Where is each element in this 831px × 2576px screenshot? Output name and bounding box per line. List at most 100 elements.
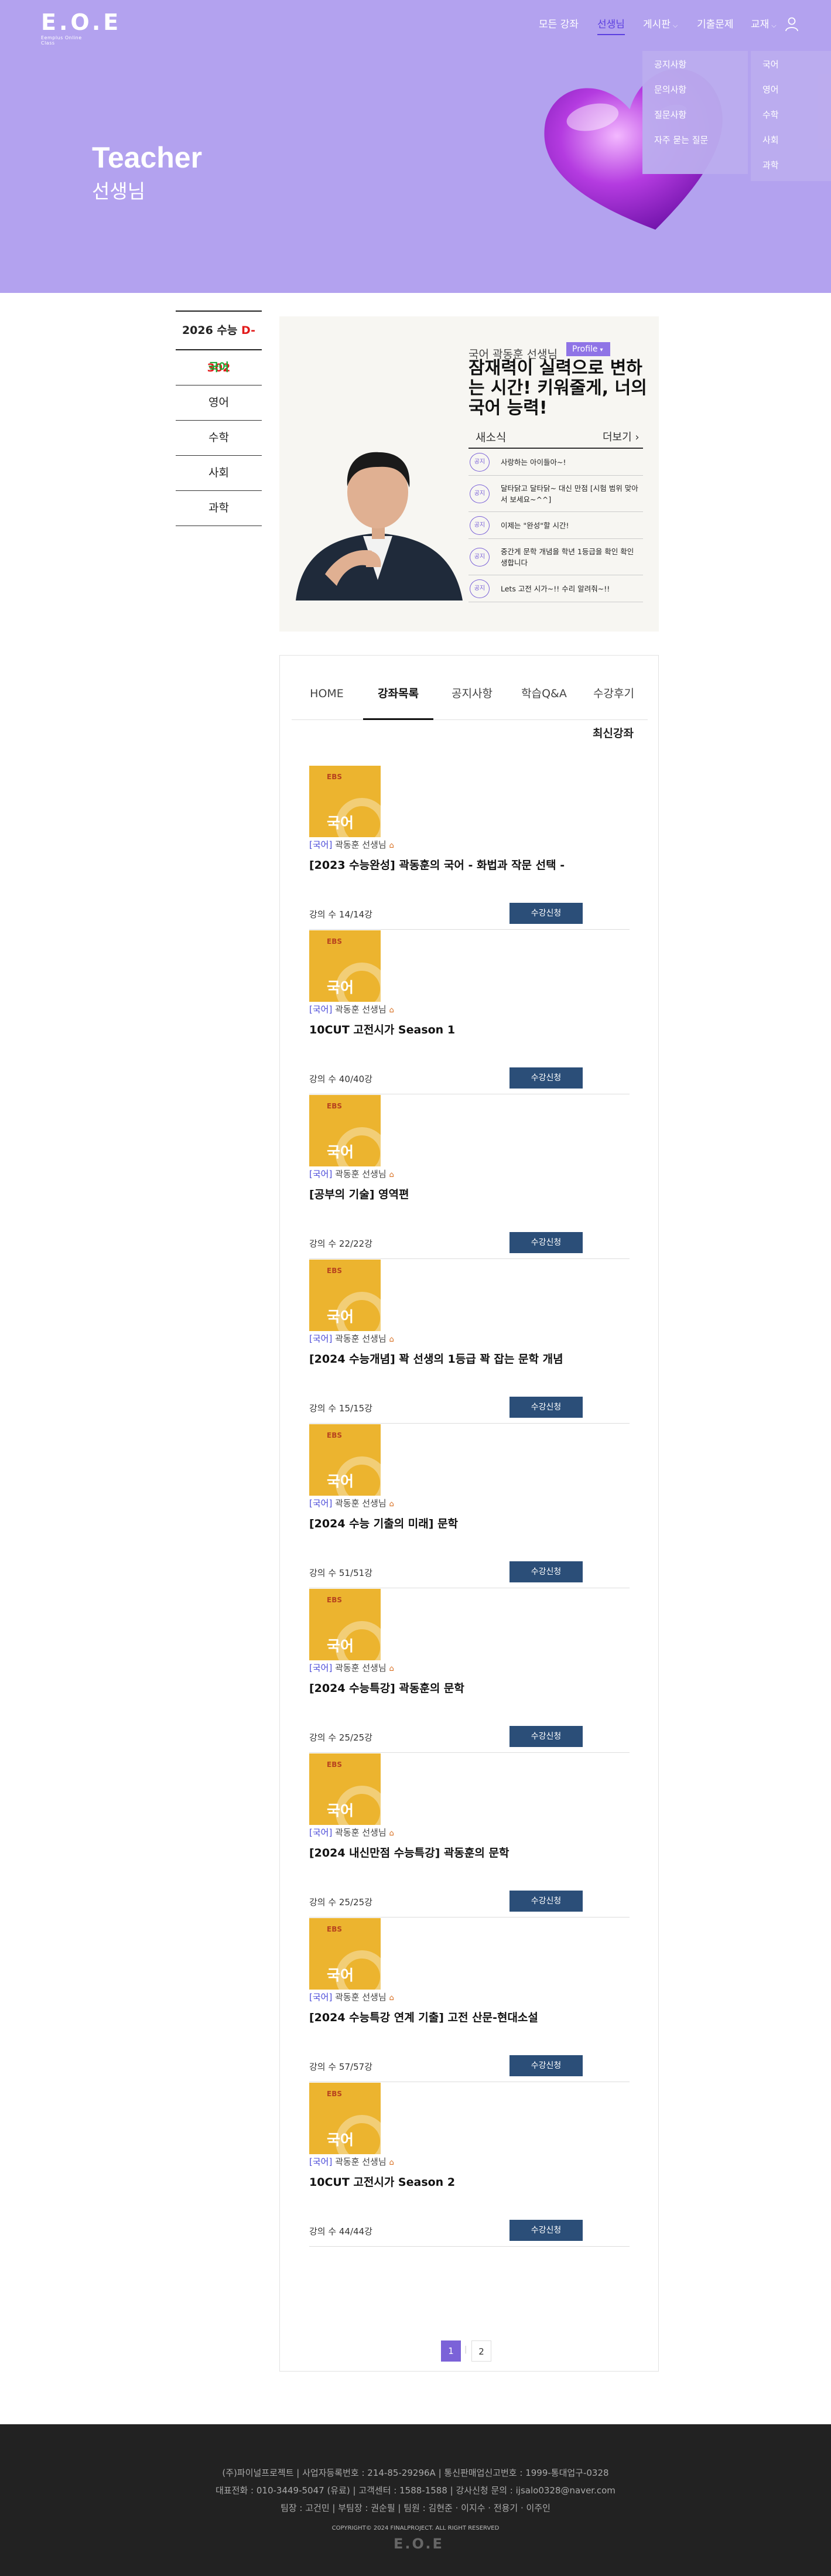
teacher-home-icon[interactable]: ⌂ <box>389 1829 394 1838</box>
course-lecture-count: 강의 수 15/15강 <box>309 1403 372 1414</box>
teacher-photo <box>284 410 471 601</box>
course-thumbnail[interactable]: EBS 국어 <box>309 930 381 1002</box>
tab-reviews[interactable]: 수강후기 <box>584 667 643 720</box>
tab-course-list[interactable]: 강좌목록 <box>363 667 433 720</box>
site-footer: (주)파이널프로젝트 | 사업자등록번호 : 214-85-29296A | 통… <box>0 2424 831 2576</box>
enroll-button[interactable]: 수강신청 <box>509 1726 583 1747</box>
sidebar-item-korean[interactable]: 국어 <box>176 350 262 385</box>
teacher-home-icon[interactable]: ⌂ <box>389 1500 394 1509</box>
nav-all-courses[interactable]: 모든 강좌 <box>539 18 579 32</box>
page-title: Teacher <box>92 141 203 174</box>
course-subject-tag: [국어] <box>309 840 333 850</box>
thumbnail-subject-label: 국어 <box>327 1967 354 1984</box>
course-meta: [국어] 곽동훈 선생님 ⌂ <box>309 1497 394 1509</box>
course-thumbnail[interactable]: EBS 국어 <box>309 1589 381 1660</box>
enroll-button[interactable]: 수강신청 <box>509 1067 583 1089</box>
user-icon[interactable] <box>785 16 799 32</box>
tab-qna[interactable]: 학습Q&A <box>512 667 576 720</box>
sidebar-item-social[interactable]: 사회 <box>176 456 262 491</box>
course-thumbnail[interactable]: EBS 국어 <box>309 1753 381 1825</box>
dropdown-item-question[interactable]: 질문사항 <box>654 108 686 121</box>
sidebar-item-english[interactable]: 영어 <box>176 385 262 421</box>
dropdown-item-social[interactable]: 사회 <box>762 134 779 146</box>
enroll-button[interactable]: 수강신청 <box>509 1232 583 1253</box>
news-more-link[interactable]: 더보기 › <box>603 429 640 444</box>
course-title[interactable]: 10CUT 고전시가 Season 1 <box>309 1019 584 1040</box>
footer-logo: E.O.E <box>394 2536 444 2552</box>
course-subject-tag: [국어] <box>309 1498 333 1509</box>
dropdown-item-inquiry[interactable]: 문의사항 <box>654 83 686 95</box>
dropdown-item-notice[interactable]: 공지사항 <box>654 58 686 70</box>
teacher-home-icon[interactable]: ⌂ <box>389 1171 394 1179</box>
course-teacher: 곽동훈 선생님 <box>335 1004 387 1015</box>
course-subject-tag: [국어] <box>309 1992 333 2002</box>
dropdown-item-faq[interactable]: 자주 묻는 질문 <box>654 134 708 146</box>
teacher-home-icon[interactable]: ⌂ <box>389 2158 394 2167</box>
profile-button[interactable]: Profile ▾ <box>566 342 610 356</box>
course-subject-tag: [국어] <box>309 1827 333 1838</box>
tab-bar: HOME 강좌목록 공지사항 학습Q&A 수강후기 <box>292 667 648 720</box>
news-item[interactable]: 공지 사랑하는 아이들아~! <box>468 449 643 476</box>
course-lecture-count: 강의 수 25/25강 <box>309 1897 372 1908</box>
page-1-button[interactable]: 1 <box>441 2340 461 2362</box>
enroll-button[interactable]: 수강신청 <box>509 1561 583 1582</box>
tab-notice[interactable]: 공지사항 <box>443 667 501 720</box>
course-title[interactable]: [2024 수능특강 연계 기출] 고전 산문-현대소설 <box>309 2007 584 2028</box>
enroll-button[interactable]: 수강신청 <box>509 903 583 924</box>
teacher-home-icon[interactable]: ⌂ <box>389 1335 394 1344</box>
nav-past-exams[interactable]: 기출문제 <box>697 18 734 32</box>
course-subject-tag: [국어] <box>309 1663 333 1673</box>
nav-board[interactable]: 게시판 ⌵ <box>643 18 678 32</box>
course-title[interactable]: [2024 내신만점 수능특강] 곽동훈의 문학 <box>309 1843 584 1864</box>
nav-books[interactable]: 교재 ⌵ <box>751 18 777 32</box>
course-title[interactable]: 10CUT 고전시가 Season 2 <box>309 2172 584 2193</box>
dropdown-item-english[interactable]: 영어 <box>762 83 779 95</box>
news-item[interactable]: 공지 달타닭고 달타닭~ 대신 만점 [시험 범위 맞아서 보세요~^^] <box>468 476 643 512</box>
thumbnail-ebs-label: EBS <box>327 1102 342 1110</box>
course-thumbnail[interactable]: EBS 국어 <box>309 1918 381 1990</box>
teacher-home-icon[interactable]: ⌂ <box>389 1664 394 1673</box>
thumbnail-subject-label: 국어 <box>327 979 354 996</box>
dday-counter: 2026 수능 D-302 <box>176 311 262 374</box>
course-card: EBS 국어 [국어] 곽동훈 선생님 ⌂ 10CUT 고전시가 Season 1 강의… <box>309 930 630 1094</box>
teacher-home-icon[interactable]: ⌂ <box>389 841 394 850</box>
enroll-button[interactable]: 수강신청 <box>509 2220 583 2241</box>
course-title[interactable]: [공부의 기술] 영역편 <box>309 1184 584 1205</box>
enroll-button[interactable]: 수강신청 <box>509 2055 583 2076</box>
course-title[interactable]: [2024 수능특강] 곽동훈의 문학 <box>309 1678 584 1699</box>
footer-copyright: COPYRIGHT© 2024 FINALPROJECT. ALL RIGHT … <box>331 2525 500 2531</box>
course-card: EBS 국어 [국어] 곽동훈 선생님 ⌂ [2024 수능특강 연계 기출] 고전 … <box>309 1918 630 2082</box>
course-title[interactable]: [2024 수능 기출의 미래] 문학 <box>309 1513 584 1534</box>
news-item[interactable]: 공지 중간게 문학 개념을 학년 1등급을 확인 확인 생합니다 <box>468 539 643 575</box>
course-teacher: 곽동훈 선생님 <box>335 1169 387 1179</box>
course-thumbnail[interactable]: EBS 국어 <box>309 766 381 837</box>
course-thumbnail[interactable]: EBS 국어 <box>309 1260 381 1331</box>
news-item-text: 달타닭고 달타닭~ 대신 만점 [시험 범위 맞아서 보세요~^^] <box>501 483 638 504</box>
course-thumbnail[interactable]: EBS 국어 <box>309 1424 381 1496</box>
notice-bubble-icon: 공지 <box>470 452 490 472</box>
news-item[interactable]: 공지 Lets 고전 시가~!! 수리 알려줘~!! <box>468 575 643 602</box>
dropdown-item-math[interactable]: 수학 <box>762 108 779 121</box>
news-item[interactable]: 공지 이제는 "완성"할 시간! <box>468 512 643 539</box>
course-card: EBS 국어 [국어] 곽동훈 선생님 ⌂ [공부의 기술] 영역편 강의 수 22/2… <box>309 1095 630 1259</box>
sidebar-item-science[interactable]: 과학 <box>176 491 262 526</box>
teacher-home-icon[interactable]: ⌂ <box>389 1994 394 2002</box>
course-thumbnail[interactable]: EBS 국어 <box>309 2083 381 2154</box>
teacher-home-icon[interactable]: ⌂ <box>389 1006 394 1015</box>
footer-team-info: 팀장 : 고건민 | 부팀장 : 권순필 | 팀원 : 김현준 · 이지수 · … <box>281 2503 550 2513</box>
dropdown-item-science[interactable]: 과학 <box>762 159 779 171</box>
course-title[interactable]: [2023 수능완성] 곽동훈의 국어 - 화법과 작문 선택 - <box>309 855 584 876</box>
latest-courses-heading: 최신강좌 <box>593 727 634 740</box>
sidebar-item-math[interactable]: 수학 <box>176 421 262 456</box>
nav-teachers[interactable]: 선생님 <box>597 18 625 35</box>
page-2-button[interactable]: 2 <box>471 2340 491 2362</box>
course-thumbnail[interactable]: EBS 국어 <box>309 1095 381 1166</box>
tab-home[interactable]: HOME <box>303 667 350 720</box>
dropdown-item-korean[interactable]: 국어 <box>762 58 779 70</box>
enroll-button[interactable]: 수강신청 <box>509 1891 583 1912</box>
enroll-button[interactable]: 수강신청 <box>509 1397 583 1418</box>
course-title[interactable]: [2024 수능개념] 꽉 선생의 1등급 꽉 잡는 문학 개념 <box>309 1349 584 1370</box>
site-logo[interactable]: E.O.E Eemplus Online Class <box>41 11 118 46</box>
footer-company-info: (주)파이널프로젝트 | 사업자등록번호 : 214-85-29296A | 통… <box>222 2468 609 2478</box>
news-heading: 새소식 <box>476 431 507 444</box>
